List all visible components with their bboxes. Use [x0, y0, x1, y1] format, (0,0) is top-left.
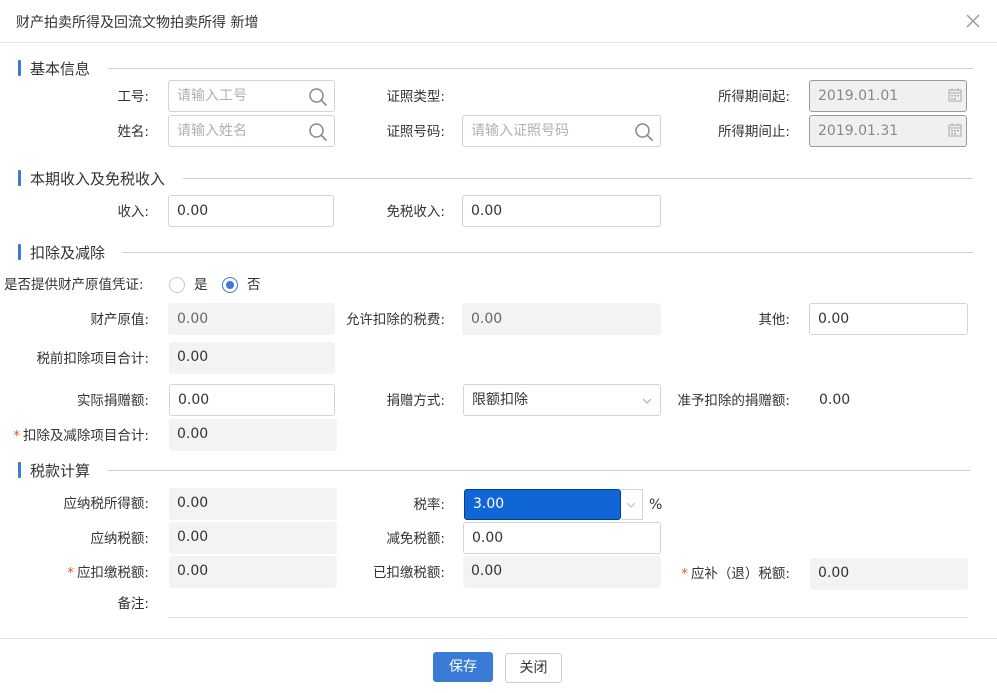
- allowed-donation-label: 准予扣除的捐赠额:: [677, 393, 790, 409]
- tax-payable-value: 0.00: [169, 522, 337, 554]
- tax-rate-dropdown-button[interactable]: [621, 489, 643, 520]
- name-label: 姓名:: [117, 124, 149, 140]
- proof-label: 是否提供财产原值凭证:: [4, 277, 144, 293]
- section-divider: [122, 252, 973, 253]
- proof-option-yes[interactable]: 是: [194, 275, 208, 295]
- period-start-value: 2019.01.01: [818, 88, 899, 104]
- required-mark: *: [681, 566, 688, 582]
- id-number-placeholder: 请输入证照号码: [471, 123, 569, 139]
- original-value-label: 财产原值:: [90, 312, 149, 328]
- refund-value: 0.00: [810, 558, 968, 590]
- footer-divider: [0, 638, 997, 639]
- search-icon[interactable]: [634, 122, 654, 142]
- section-marker: [18, 244, 21, 260]
- tax-reduction-label: 减免税额:: [386, 531, 445, 547]
- allowed-tax-input: 0.00: [462, 303, 661, 335]
- exempt-income-label: 免税收入:: [386, 204, 445, 220]
- section-income: 本期收入及免税收入: [18, 168, 973, 188]
- deduction-total-value: 0.00: [169, 419, 337, 451]
- id-number-input[interactable]: 请输入证照号码: [462, 115, 661, 147]
- donation-input[interactable]: 0.00: [169, 384, 335, 416]
- close-icon[interactable]: [961, 9, 985, 33]
- proof-radio-no[interactable]: [222, 277, 238, 293]
- dialog: 财产拍卖所得及回流文物拍卖所得 新增 基本信息 工号: 请输入工号 证照类型: …: [0, 0, 997, 693]
- section-deduction: 扣除及减除: [18, 242, 973, 262]
- pretax-total-value: 0.00: [169, 342, 335, 374]
- section-marker: [18, 462, 21, 478]
- other-label: 其他:: [758, 312, 790, 328]
- withheld-label: 已扣缴税额:: [372, 565, 445, 581]
- donation-method-label: 捐赠方式:: [386, 393, 445, 409]
- section-marker: [18, 60, 21, 76]
- taxable-income-label: 应纳税所得额:: [63, 496, 149, 512]
- employee-id-placeholder: 请输入工号: [177, 88, 247, 104]
- tax-rate-select[interactable]: 3.00: [464, 489, 621, 520]
- original-value-input: 0.00: [168, 303, 335, 335]
- refund-label: * 应补（退）税额:: [681, 566, 790, 582]
- period-start-label: 所得期间起:: [717, 89, 790, 105]
- donation-label: 实际捐赠额:: [76, 393, 149, 409]
- dialog-title: 财产拍卖所得及回流文物拍卖所得 新增: [16, 15, 259, 31]
- search-icon[interactable]: [308, 122, 328, 142]
- period-end-label: 所得期间止:: [717, 124, 790, 140]
- calendar-icon[interactable]: [948, 123, 962, 137]
- section-title: 基本信息: [30, 60, 91, 78]
- section-tax: 税款计算: [18, 460, 970, 480]
- dialog-titlebar: 财产拍卖所得及回流文物拍卖所得 新增: [0, 0, 997, 43]
- id-type-label: 证照类型:: [386, 89, 445, 105]
- section-title: 本期收入及免税收入: [30, 170, 166, 188]
- deduction-total-label: * 扣除及减除项目合计:: [13, 428, 149, 444]
- name-input[interactable]: 请输入姓名: [168, 115, 335, 147]
- withholding-label: * 应扣缴税额:: [67, 565, 149, 581]
- income-input[interactable]: 0.00: [168, 195, 334, 227]
- remark-label: 备注:: [117, 596, 149, 612]
- section-divider: [183, 178, 973, 179]
- withheld-value: 0.00: [463, 556, 661, 588]
- section-basic-info: 基本信息: [18, 58, 973, 78]
- tax-reduction-input[interactable]: 0.00: [463, 522, 661, 554]
- donation-method-select[interactable]: 限额扣除: [463, 384, 661, 416]
- proof-radio-yes[interactable]: [169, 277, 185, 293]
- period-end-value: 2019.01.31: [818, 123, 899, 139]
- tax-rate-value: 3.00: [473, 496, 505, 512]
- withholding-value: 0.00: [169, 556, 337, 588]
- section-divider: [108, 68, 973, 69]
- section-marker: [18, 170, 21, 186]
- chevron-down-icon: [626, 502, 636, 508]
- income-label: 收入:: [117, 204, 149, 220]
- period-end-field[interactable]: 2019.01.31: [809, 115, 967, 147]
- tax-payable-label: 应纳税额:: [90, 531, 149, 547]
- employee-id-input[interactable]: 请输入工号: [168, 80, 335, 112]
- id-number-label: 证照号码:: [386, 124, 445, 140]
- pretax-total-label: 税前扣除项目合计:: [36, 351, 149, 367]
- section-divider: [108, 470, 970, 471]
- required-mark: *: [67, 565, 74, 581]
- exempt-income-input[interactable]: 0.00: [462, 195, 661, 227]
- chevron-down-icon: [642, 398, 652, 404]
- section-title: 税款计算: [30, 462, 91, 480]
- period-start-field[interactable]: 2019.01.01: [809, 80, 967, 112]
- save-button[interactable]: 保存: [433, 652, 493, 682]
- search-icon[interactable]: [308, 87, 328, 107]
- proof-option-no[interactable]: 否: [247, 275, 261, 295]
- allowed-donation-value: 0.00: [819, 392, 851, 408]
- close-button[interactable]: 关闭: [505, 653, 562, 683]
- section-title: 扣除及减除: [30, 244, 106, 262]
- donation-method-value: 限额扣除: [472, 392, 528, 408]
- tax-rate-unit: %: [649, 497, 663, 513]
- taxable-income-value: 0.00: [169, 488, 337, 520]
- required-mark: *: [13, 428, 20, 444]
- allowed-tax-label: 允许扣除的税费:: [345, 312, 445, 328]
- remark-input[interactable]: [168, 617, 968, 618]
- tax-rate-label: 税率:: [413, 497, 445, 513]
- name-placeholder: 请输入姓名: [177, 123, 247, 139]
- other-input[interactable]: 0.00: [809, 303, 968, 335]
- employee-id-label: 工号:: [117, 89, 149, 105]
- calendar-icon[interactable]: [948, 88, 962, 102]
